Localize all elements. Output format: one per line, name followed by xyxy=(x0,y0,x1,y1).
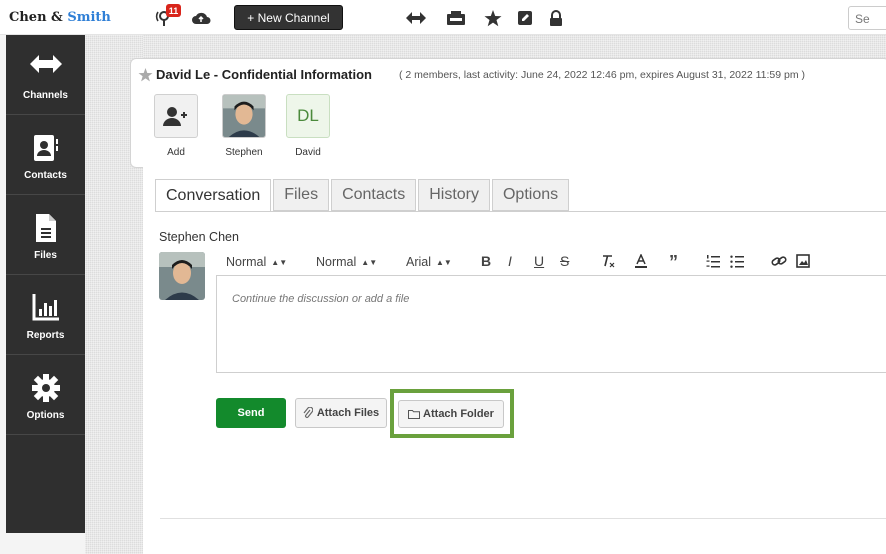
editor-placeholder: Continue the discussion or add a file xyxy=(232,293,410,305)
add-member-box xyxy=(154,94,198,138)
panel-divider xyxy=(160,518,886,519)
conversation-panel: Conversation Files Contacts History Opti… xyxy=(143,165,886,554)
member-name-david: David xyxy=(295,147,321,158)
size-select-value: Normal xyxy=(316,255,357,269)
font-select-value: Arial xyxy=(406,255,432,269)
channels-icon xyxy=(29,55,62,73)
tab-history[interactable]: History xyxy=(418,179,490,211)
tab-options[interactable]: Options xyxy=(491,179,570,211)
size-sort-icon: ▲▼ xyxy=(361,258,378,267)
transfer-icon[interactable] xyxy=(405,7,427,29)
sidebar-item-files[interactable]: Files xyxy=(6,195,85,275)
paperclip-icon xyxy=(303,407,313,418)
message-editor[interactable]: Continue the discussion or add a file xyxy=(216,275,886,373)
logo-text-smith: Smith xyxy=(67,10,111,25)
tab-files[interactable]: Files xyxy=(273,179,330,211)
channel-header-card: David Le - Confidential Information ( 2 … xyxy=(130,58,886,168)
image-icon[interactable] xyxy=(796,254,810,271)
send-button[interactable]: Send xyxy=(216,398,286,428)
top-bar: Chen & Smith 11 + New Channel Se xyxy=(0,0,886,35)
star-icon[interactable] xyxy=(482,7,504,29)
lock-icon[interactable] xyxy=(545,7,567,29)
sidebar-label-options: Options xyxy=(26,410,65,421)
sidebar-item-contacts[interactable]: Contacts xyxy=(6,115,85,195)
add-member-button[interactable]: Add xyxy=(151,94,201,158)
quote-button[interactable]: ” xyxy=(669,252,678,273)
underline-button[interactable]: U xyxy=(534,253,544,269)
favorite-star-icon[interactable] xyxy=(138,68,153,82)
font-color-icon[interactable] xyxy=(634,253,648,272)
logo-text-chen: Chen & xyxy=(9,10,68,25)
sidebar-label-channels: Channels xyxy=(22,90,68,101)
tab-conversation[interactable]: Conversation xyxy=(155,179,272,212)
author-avatar xyxy=(159,252,205,300)
clear-format-icon[interactable] xyxy=(601,254,615,271)
inbox-tray-icon[interactable] xyxy=(445,7,467,29)
tab-divider xyxy=(155,211,886,212)
add-user-icon xyxy=(163,107,187,126)
formatting-toolbar: Normal ▲▼ Normal ▲▼ Arial ▲▼ B I U S ” xyxy=(216,247,886,277)
sidebar-item-reports[interactable]: Reports xyxy=(6,275,85,355)
sidebar-label-contacts: Contacts xyxy=(24,170,67,181)
channel-tabs: Conversation Files Contacts History Opti… xyxy=(155,179,571,212)
files-icon xyxy=(35,214,56,242)
font-sort-icon: ▲▼ xyxy=(436,258,452,267)
reports-icon xyxy=(32,294,59,321)
avatar-stephen xyxy=(222,94,266,138)
search-input[interactable]: Se xyxy=(848,6,886,30)
avatar-david: DL xyxy=(286,94,330,138)
attach-files-button[interactable]: Attach Files xyxy=(295,398,387,428)
ordered-list-icon[interactable] xyxy=(706,255,720,271)
new-channel-button[interactable]: + New Channel xyxy=(234,5,343,30)
contacts-icon xyxy=(33,135,58,161)
options-icon xyxy=(31,374,60,402)
sidebar-item-channels[interactable]: Channels xyxy=(6,35,85,115)
channel-title: David Le - Confidential Information xyxy=(156,67,372,82)
attach-folder-highlight xyxy=(390,389,514,438)
heading-select[interactable]: Normal ▲▼ xyxy=(226,255,287,269)
bold-button[interactable]: B xyxy=(481,253,491,269)
attach-files-label: Attach Files xyxy=(316,407,380,419)
member-david[interactable]: DL David xyxy=(283,94,333,158)
app-logo[interactable]: Chen & Smith xyxy=(9,10,111,25)
font-select[interactable]: Arial ▲▼ xyxy=(406,255,452,269)
sidebar-item-options[interactable]: Options xyxy=(6,355,85,435)
heading-select-value: Normal xyxy=(226,255,267,269)
italic-button[interactable]: I xyxy=(508,253,512,269)
bullet-list-icon[interactable] xyxy=(730,255,744,271)
heading-sort-icon: ▲▼ xyxy=(271,258,288,267)
strikethrough-button[interactable]: S xyxy=(560,253,569,269)
cloud-upload-icon[interactable] xyxy=(190,7,212,29)
member-name-add: Add xyxy=(167,147,185,158)
edit-icon[interactable] xyxy=(514,7,536,29)
sidebar: Channels Contacts Files Reports Options xyxy=(6,35,85,533)
member-stephen[interactable]: Stephen xyxy=(219,94,269,158)
composer-author: Stephen Chen xyxy=(159,230,239,244)
notification-badge: 11 xyxy=(166,4,181,17)
channel-meta: ( 2 members, last activity: June 24, 202… xyxy=(399,69,806,81)
sidebar-label-files: Files xyxy=(34,250,57,261)
sidebar-label-reports: Reports xyxy=(26,330,65,341)
tab-contacts[interactable]: Contacts xyxy=(331,179,417,211)
link-icon[interactable] xyxy=(771,254,787,271)
size-select[interactable]: Normal ▲▼ xyxy=(316,255,377,269)
member-name-stephen: Stephen xyxy=(225,147,263,158)
